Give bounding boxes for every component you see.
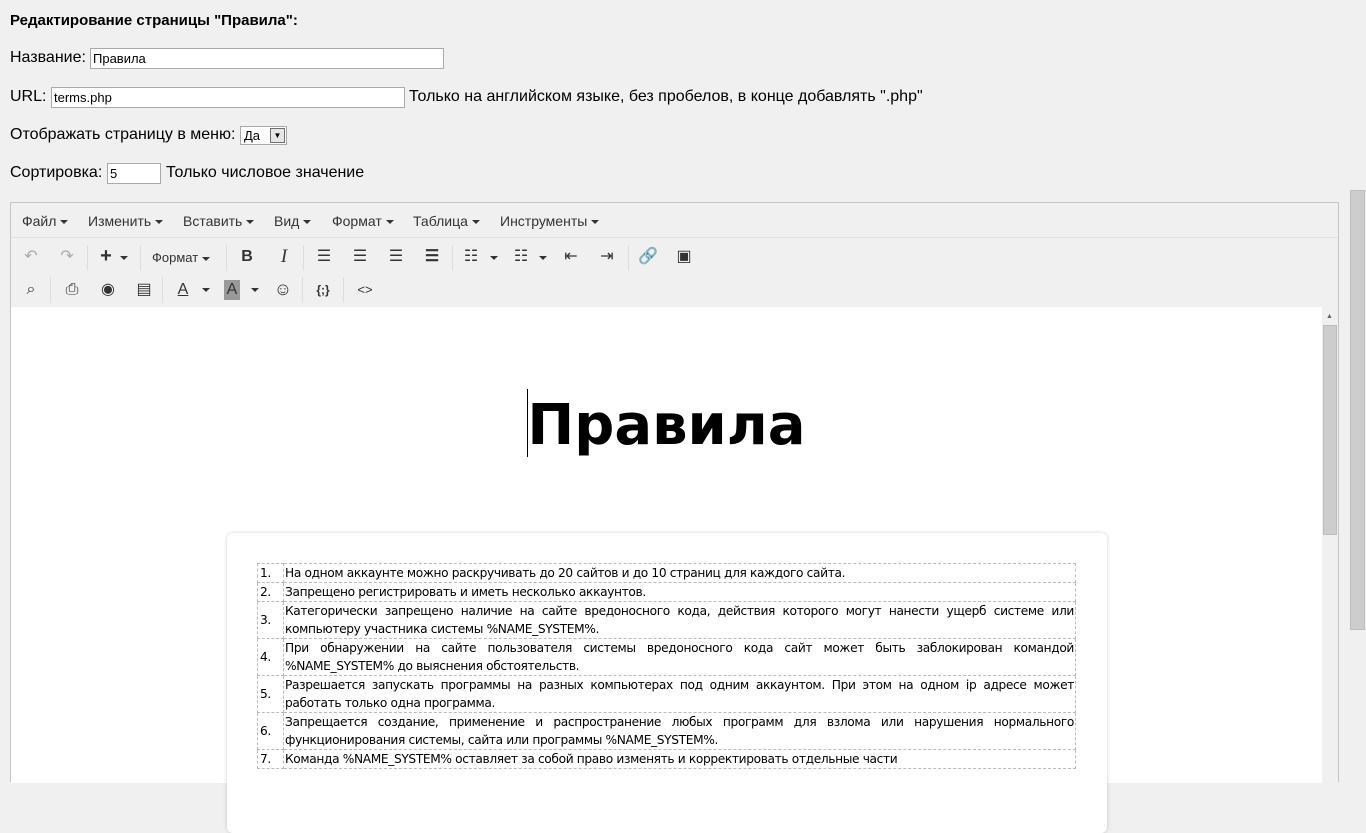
name-label: Название: xyxy=(10,49,86,66)
indent-icon[interactable]: ⇥ xyxy=(596,247,618,267)
page-title: Редактирование страницы "Правила": xyxy=(10,12,298,29)
numbered-list-icon[interactable]: ☷ xyxy=(510,247,532,267)
url-label: URL: xyxy=(10,88,47,105)
caret-down-icon[interactable] xyxy=(539,256,547,260)
source-code-icon[interactable]: <> xyxy=(354,280,376,300)
url-hint: Только на английском языке, без пробелов… xyxy=(409,88,923,105)
media-icon[interactable]: ▤ xyxy=(133,280,155,300)
menu-edit[interactable]: Изменить xyxy=(88,213,163,229)
show-in-menu-select[interactable]: Да ▼ xyxy=(240,126,287,145)
scroll-up-icon[interactable]: ▲ xyxy=(1326,313,1333,320)
divider xyxy=(50,277,51,303)
rule-text: При обнаружении на сайте пользователя си… xyxy=(283,638,1076,676)
divider xyxy=(628,245,629,271)
caret-down-icon[interactable] xyxy=(490,256,498,260)
text-color-icon[interactable]: A xyxy=(172,280,194,300)
name-input[interactable] xyxy=(90,48,444,69)
rule-number: 2. xyxy=(257,582,284,602)
menu-label: Отображать страницу в меню: xyxy=(10,126,236,143)
align-left-icon[interactable]: ☰ xyxy=(313,247,335,267)
divider xyxy=(162,277,163,303)
outdent-icon[interactable]: ⇤ xyxy=(560,247,582,267)
sort-label: Сортировка: xyxy=(10,164,103,181)
format-dropdown[interactable]: Формат xyxy=(152,250,210,265)
url-input[interactable] xyxy=(51,87,405,108)
editor-scrollbar[interactable]: ▲ xyxy=(1322,307,1338,783)
image-icon[interactable]: ▣ xyxy=(673,247,695,267)
editor-menubar: Файл Изменить Вставить Вид Формат Таблиц… xyxy=(11,203,1338,238)
rules-table: 1. На одном аккаунте можно раскручивать д… xyxy=(257,563,1076,769)
rule-row: 5. Разрешается запускать программы на раз… xyxy=(257,675,1076,713)
rules-card: 1. На одном аккаунте можно раскручивать д… xyxy=(227,533,1107,833)
rule-text: Команда %NAME_SYSTEM% оставляет за собой… xyxy=(283,749,1076,769)
rule-row: 6. Запрещается создание, применение и рас… xyxy=(257,712,1076,750)
undo-icon[interactable]: ↶ xyxy=(20,247,42,267)
align-justify-icon[interactable]: ☰ xyxy=(421,247,443,267)
search-replace-icon[interactable]: ⌕ xyxy=(20,280,42,300)
preview-eye-icon[interactable]: ◉ xyxy=(97,280,119,300)
rule-row: 3. Категорически запрещено наличие на сай… xyxy=(257,601,1076,639)
rule-row: 2. Запрещено регистрировать и иметь неско… xyxy=(257,582,1076,602)
content-heading: Правила xyxy=(527,393,806,458)
divider xyxy=(302,277,303,303)
rule-row: 1. На одном аккаунте можно раскручивать д… xyxy=(257,563,1076,583)
rule-row: 4. При обнаружении на сайте пользователя … xyxy=(257,638,1076,676)
page-scrollbar-thumb[interactable] xyxy=(1350,190,1365,630)
align-right-icon[interactable]: ☰ xyxy=(385,247,407,267)
editor-content-area[interactable]: Правила 1. На одном аккаунте можно раскру… xyxy=(11,307,1322,833)
bold-icon[interactable]: B xyxy=(236,247,258,267)
rule-text: Категорически запрещено наличие на сайте… xyxy=(283,601,1076,639)
background-color-icon[interactable]: A xyxy=(224,280,240,300)
rule-text: На одном аккаунте можно раскручивать до … xyxy=(283,563,1076,583)
rule-text: Запрещается создание, применение и распр… xyxy=(283,712,1076,750)
insert-plus-icon[interactable]: + xyxy=(95,246,117,266)
bullet-list-icon[interactable]: ☷ xyxy=(460,247,482,267)
divider xyxy=(303,245,304,271)
rich-text-editor: Файл Изменить Вставить Вид Формат Таблиц… xyxy=(10,202,1339,833)
divider xyxy=(140,245,141,271)
divider xyxy=(226,245,227,271)
sort-hint: Только числовое значение xyxy=(166,164,365,181)
caret-down-icon[interactable] xyxy=(251,288,259,292)
rule-number: 7. xyxy=(257,749,284,769)
rule-text: Разрешается запускать программы на разны… xyxy=(283,675,1076,713)
menu-format[interactable]: Формат xyxy=(332,213,394,229)
link-icon[interactable]: 🔗 xyxy=(637,247,659,267)
rule-number: 3. xyxy=(257,601,284,639)
rule-row: 7. Команда %NAME_SYSTEM% оставляет за соб… xyxy=(257,749,1076,769)
print-icon[interactable]: ⎙ xyxy=(61,280,83,300)
divider xyxy=(87,245,88,271)
menu-file[interactable]: Файл xyxy=(22,213,68,229)
rule-number: 4. xyxy=(257,638,284,676)
page-scrollbar[interactable] xyxy=(1349,0,1366,768)
menu-tools[interactable]: Инструменты xyxy=(500,213,599,229)
menu-insert[interactable]: Вставить xyxy=(183,213,254,229)
caret-down-icon[interactable] xyxy=(202,288,210,292)
chevron-down-icon: ▼ xyxy=(270,128,285,143)
sort-input[interactable] xyxy=(107,163,161,184)
emoticon-icon[interactable]: ☺ xyxy=(272,279,294,299)
rule-number: 5. xyxy=(257,675,284,713)
divider xyxy=(452,245,453,271)
editor-scrollbar-thumb[interactable] xyxy=(1323,325,1337,535)
redo-icon[interactable]: ↷ xyxy=(56,247,78,267)
rule-text: Запрещено регистрировать и иметь несколь… xyxy=(283,582,1076,602)
align-center-icon[interactable]: ☰ xyxy=(349,247,371,267)
caret-down-icon[interactable] xyxy=(120,256,128,260)
code-sample-icon[interactable]: {;} xyxy=(312,280,334,300)
rule-number: 1. xyxy=(257,563,284,583)
select-value: Да xyxy=(244,128,261,143)
menu-table[interactable]: Таблица xyxy=(413,213,480,229)
rule-number: 6. xyxy=(257,712,284,750)
divider xyxy=(343,277,344,303)
menu-view[interactable]: Вид xyxy=(274,213,311,229)
italic-icon[interactable]: I xyxy=(273,247,295,267)
